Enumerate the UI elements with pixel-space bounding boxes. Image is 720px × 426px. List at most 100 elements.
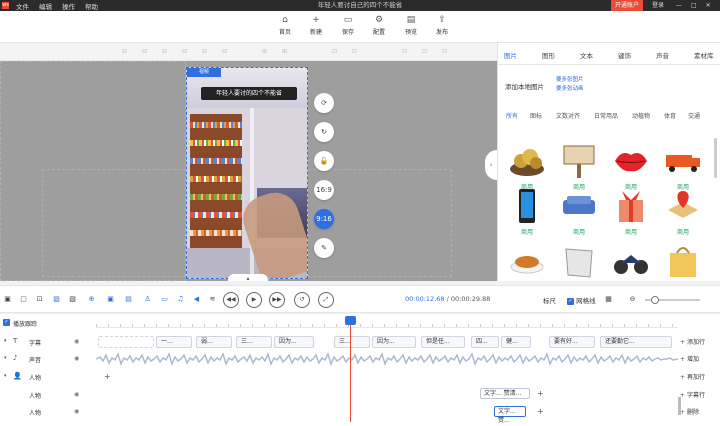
- menu-file[interactable]: 文件: [16, 1, 29, 11]
- close-icon[interactable]: ✕: [706, 2, 711, 9]
- config-button[interactable]: ⚙ 配置: [366, 14, 392, 40]
- align-bottom-icon[interactable]: ⊟: [222, 48, 227, 55]
- subtitle-clip[interactable]: 一...: [156, 336, 192, 348]
- align-right-icon[interactable]: ⊟: [162, 48, 167, 55]
- tab-decor[interactable]: 键饰: [618, 50, 631, 60]
- tab-library[interactable]: 素材库: [694, 50, 714, 60]
- video-frame[interactable]: 视频 年轻人要讨的四个不能省: [186, 67, 308, 279]
- subtitle-clip[interactable]: 弱...: [196, 336, 232, 348]
- sticker-sofa[interactable]: 商用: [556, 188, 602, 240]
- menu-edit[interactable]: 编辑: [39, 1, 52, 11]
- mic-icon[interactable]: ♫: [176, 295, 185, 304]
- cat-sports[interactable]: 体育: [664, 111, 676, 120]
- timeline-scrollbar[interactable]: [678, 397, 681, 415]
- subtitle-clip[interactable]: 三...: [334, 336, 370, 348]
- eye-icon[interactable]: ◉: [74, 355, 79, 362]
- track-label-subtitle[interactable]: ▾ T 字幕 ◉: [0, 336, 96, 348]
- prev-frame-button[interactable]: ◀◀: [223, 292, 239, 308]
- subtitle-clip[interactable]: 健...: [501, 336, 531, 348]
- expand-icon[interactable]: ▾: [4, 355, 7, 361]
- add-local-image-button[interactable]: 添加本地图片: [505, 81, 544, 91]
- subtitle-clip[interactable]: 但是任...: [421, 336, 465, 348]
- align-top-icon[interactable]: ⊟: [182, 48, 187, 55]
- align-left-icon[interactable]: ⊟: [122, 48, 127, 55]
- playhead[interactable]: [345, 316, 356, 422]
- fullscreen-button[interactable]: ⤢: [318, 292, 334, 308]
- playhead-handle[interactable]: [345, 316, 356, 325]
- preview-canvas[interactable]: 视频 年轻人要讨的四个不能省 ⟳ ↻ 🔓 16:9 9:16 ✎ ▴: [0, 61, 497, 281]
- subtitle-clip[interactable]: 四...: [471, 336, 499, 348]
- replay-button[interactable]: ↺: [294, 292, 310, 308]
- new-button[interactable]: + 新建: [303, 14, 329, 40]
- subtitle-clip[interactable]: 因为...: [372, 336, 416, 348]
- grid-toggle[interactable]: ✓ 网格线: [567, 295, 596, 305]
- expand-icon[interactable]: ▾: [4, 338, 7, 344]
- panel-toggle-icon[interactable]: ›: [485, 150, 497, 180]
- track-label-person-3[interactable]: 人物 ◉: [0, 406, 96, 418]
- zoom-slider[interactable]: [645, 296, 700, 304]
- lock-icon[interactable]: 🔓: [314, 151, 334, 171]
- track-label-audio[interactable]: ▾ ♪ 声音 ◉: [0, 353, 96, 365]
- eye-icon[interactable]: ◉: [74, 408, 79, 415]
- audio-wave-icon[interactable]: ≋: [208, 295, 217, 304]
- collapse-canvas-handle[interactable]: ▴: [228, 274, 268, 281]
- menu-help[interactable]: 帮助: [85, 1, 98, 11]
- minimize-icon[interactable]: —: [676, 2, 682, 9]
- image-add-icon[interactable]: ▣: [106, 295, 115, 304]
- tab-text[interactable]: 文本: [580, 50, 593, 60]
- image-icon[interactable]: ▨: [52, 295, 61, 304]
- eye-icon[interactable]: ◉: [74, 391, 79, 398]
- zoom-in-icon[interactable]: ⊕: [87, 295, 96, 304]
- video-caption[interactable]: 年轻人要讨的四个不能省: [201, 87, 297, 100]
- audio-track[interactable]: [96, 352, 678, 366]
- sticker-phone[interactable]: 商用: [504, 188, 550, 240]
- login-link[interactable]: 登录: [652, 0, 664, 11]
- delete-icon[interactable]: ⊡: [442, 48, 447, 55]
- copy-icon[interactable]: ⊡: [402, 48, 407, 55]
- subtitle-row-action[interactable]: + 字幕行: [680, 390, 705, 399]
- subtitle-clip[interactable]: 还要勤它...: [600, 336, 672, 348]
- home-button[interactable]: ⌂ 首页: [272, 14, 298, 40]
- align-middle-icon[interactable]: ⊟: [202, 48, 207, 55]
- maximize-icon[interactable]: □: [691, 2, 697, 9]
- panel-scrollbar[interactable]: [714, 138, 717, 178]
- person-icon[interactable]: ♙: [143, 295, 152, 304]
- paste-icon[interactable]: ⊡: [422, 48, 427, 55]
- save-button[interactable]: ▭ 保存: [335, 14, 361, 40]
- subtitle-clip-placeholder[interactable]: [98, 336, 154, 348]
- delete-action[interactable]: + 删除: [680, 407, 699, 416]
- expand-icon[interactable]: ▾: [4, 373, 7, 379]
- sticker-gift[interactable]: 商用: [608, 188, 654, 240]
- auto-follow-checkbox[interactable]: ✓: [3, 319, 10, 326]
- ruler-label[interactable]: 标尺: [543, 295, 556, 305]
- ratio-9-16-button[interactable]: 9:16: [314, 209, 334, 229]
- cat-all[interactable]: 所有: [506, 111, 518, 120]
- zoom-knob[interactable]: [651, 296, 659, 304]
- time-ruler[interactable]: [96, 316, 678, 328]
- add-action[interactable]: + 增加: [680, 354, 699, 363]
- subtitle-clip[interactable]: 要有好...: [549, 336, 595, 348]
- zoom-out-icon[interactable]: ⊖: [628, 295, 637, 304]
- effect-icon[interactable]: ▧: [68, 295, 77, 304]
- speaker-icon[interactable]: ▭: [160, 295, 169, 304]
- cat-text[interactable]: 文数对齐: [556, 111, 580, 120]
- cat-icons[interactable]: 图标: [530, 111, 542, 120]
- menu-operation[interactable]: 操作: [62, 1, 75, 11]
- add-clip-icon[interactable]: +: [537, 389, 544, 398]
- person-clip-selected[interactable]: 文字... 赞...: [494, 406, 526, 424]
- distribute-h-icon[interactable]: ⊞: [262, 48, 267, 55]
- preview-button[interactable]: ▤ 预览: [398, 14, 424, 40]
- rotate-icon[interactable]: ↻: [314, 122, 334, 142]
- tab-shapes[interactable]: 图形: [542, 50, 555, 60]
- subtitle-clip[interactable]: 因为...: [274, 336, 314, 348]
- add-clip-icon-2[interactable]: +: [537, 407, 544, 416]
- cat-transport[interactable]: 交通: [688, 111, 700, 120]
- tab-audio[interactable]: 声音: [656, 50, 669, 60]
- next-frame-button[interactable]: ▶▶: [269, 292, 285, 308]
- eye-icon[interactable]: ◉: [74, 338, 79, 345]
- distribute-v-icon[interactable]: ⊞: [282, 48, 287, 55]
- upgrade-button[interactable]: 开通账户: [611, 0, 643, 11]
- crop-icon[interactable]: ⊡: [35, 295, 44, 304]
- layer-up-icon[interactable]: ⊡: [332, 48, 337, 55]
- person-clip[interactable]: 文字... 赞清...: [480, 388, 530, 399]
